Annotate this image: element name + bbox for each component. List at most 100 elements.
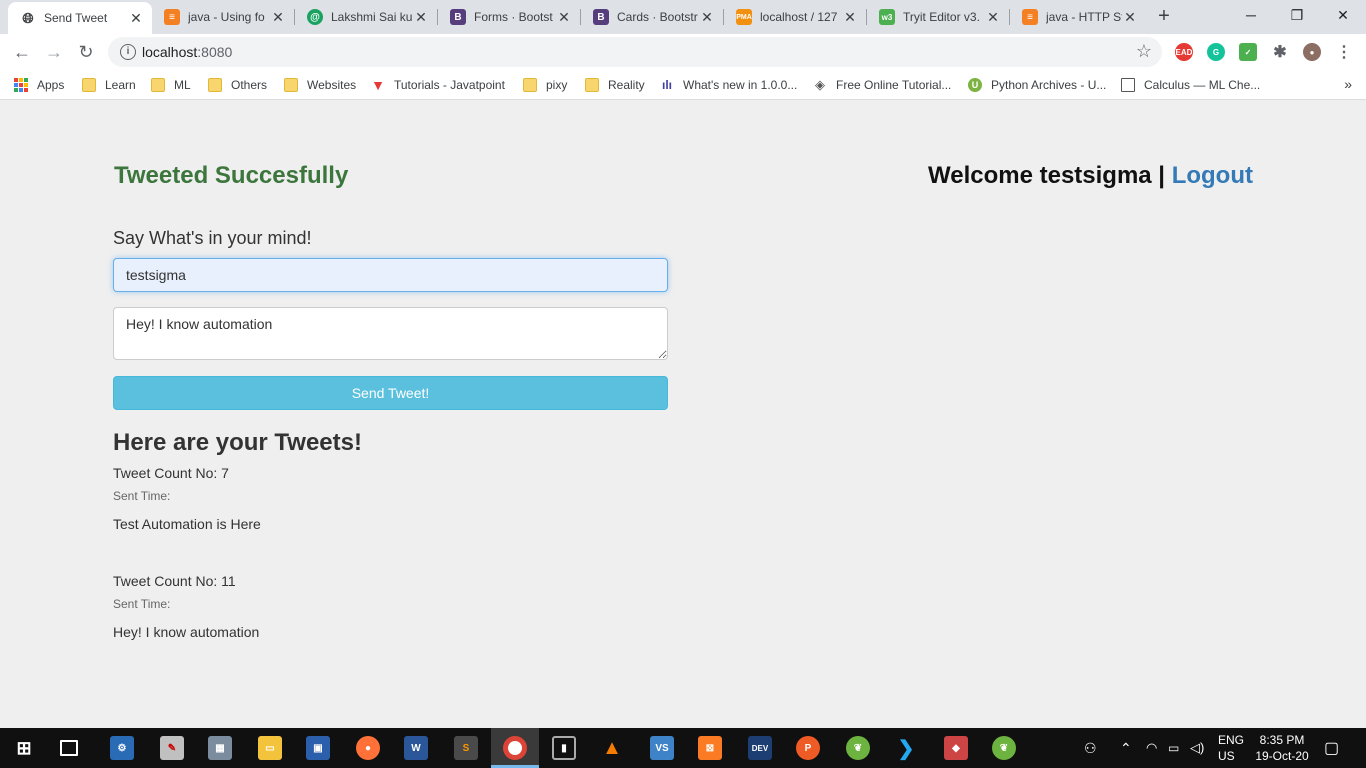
dev-cpp-icon[interactable]: DEV — [748, 736, 772, 760]
tweet-sent-time: Sent Time: — [113, 489, 171, 503]
people-icon[interactable]: ⚇ — [1084, 728, 1097, 768]
close-icon[interactable]: ✕ — [270, 9, 286, 25]
close-icon[interactable]: ✕ — [699, 9, 715, 25]
tab-cards-bootstrap[interactable]: B Cards · Bootstr ✕ — [581, 0, 723, 34]
bookmark-apps[interactable]: Apps — [14, 76, 64, 94]
photos-icon[interactable]: ▦ — [208, 736, 232, 760]
tab-java-http[interactable]: ≡ java - HTTP Sta ✕ — [1010, 0, 1146, 34]
spring-tool-icon[interactable]: ❦ — [992, 736, 1016, 760]
windows-taskbar: ⊞ ⚙ ✎ ▦ ▭ ▣ ● W S ▮ ▲ VS ⊠ DEV P ❦ ❯ ◆ ❦… — [0, 728, 1366, 768]
bookmark-label: Others — [231, 78, 268, 92]
paint-icon[interactable]: ✎ — [160, 736, 184, 760]
browser-toolbar: ← → ↻ i localhost:8080 ☆ EAD G ✓ ✱ ● ⋮ — [0, 34, 1366, 70]
bookmark-others[interactable]: Others — [208, 76, 267, 94]
virtualbox-icon[interactable]: ◆ — [944, 736, 968, 760]
tab-title: Lakshmi Sai ku — [331, 10, 413, 24]
bookmark-star-icon[interactable]: ☆ — [1136, 41, 1152, 62]
network-icon[interactable]: ⚙ — [110, 736, 134, 760]
forward-button[interactable]: → — [40, 38, 68, 66]
tab-title: Send Tweet — [44, 11, 108, 25]
tab-title: Cards · Bootstr — [617, 10, 698, 24]
tweet-prompt: Say What's in your mind! — [113, 228, 312, 248]
new-tab-button[interactable]: + — [1154, 6, 1174, 27]
address-bar[interactable]: i localhost:8080 ☆ — [108, 37, 1162, 67]
bookmark-whats-new[interactable]: ılı What's new in 1.0.0... — [660, 76, 797, 94]
tab-localhost-127[interactable]: PMA localhost / 127 ✕ — [724, 0, 866, 34]
welcome-text: Welcome testsigma | — [928, 162, 1166, 189]
file-explorer-icon[interactable]: ▭ — [258, 736, 282, 760]
spring-icon[interactable]: ❦ — [846, 736, 870, 760]
battery-icon[interactable]: ▭ — [1168, 728, 1179, 768]
close-icon[interactable]: ✕ — [1122, 9, 1138, 25]
apps-icon — [14, 78, 28, 92]
tab-java-using[interactable]: ≡ java - Using fo ✕ — [152, 0, 294, 34]
bookmark-calculus[interactable]: Calculus — ML Che... — [1121, 76, 1260, 94]
close-icon[interactable]: ✕ — [556, 9, 572, 25]
sublime-icon[interactable]: S — [454, 736, 478, 760]
reload-button[interactable]: ↻ — [72, 38, 100, 66]
tab-forms-bootstrap[interactable]: B Forms · Bootst ✕ — [438, 0, 580, 34]
bookmark-websites[interactable]: Websites — [284, 76, 356, 94]
bookmark-label: Learn — [105, 78, 136, 92]
send-tweet-button[interactable]: Send Tweet! — [113, 376, 668, 410]
extensions-puzzle-icon[interactable]: ✱ — [1271, 43, 1289, 61]
bookmark-label: Free Online Tutorial... — [836, 78, 952, 92]
folder-icon — [284, 78, 298, 92]
tab-tryit-editor[interactable]: w3 Tryit Editor v3. ✕ — [867, 0, 1009, 34]
bootstrap-icon: B — [450, 9, 466, 25]
word-icon[interactable]: W — [404, 736, 428, 760]
ead-extension-icon[interactable]: EAD — [1175, 43, 1193, 61]
close-icon[interactable]: ✕ — [842, 9, 858, 25]
notifications-icon[interactable]: ▢ — [1324, 728, 1339, 768]
vscode-icon[interactable]: ❯ — [894, 736, 918, 760]
firefox-icon[interactable]: ● — [356, 736, 380, 760]
volume-icon[interactable]: ◁) — [1190, 728, 1204, 768]
bookmark-reality[interactable]: Reality — [585, 76, 645, 94]
visual-studio-icon[interactable]: VS — [650, 736, 674, 760]
pycharm-icon[interactable]: ▮ — [552, 736, 576, 760]
menu-dots-icon[interactable]: ⋮ — [1335, 43, 1353, 61]
minimize-button[interactable]: ─ — [1228, 0, 1274, 30]
wifi-icon[interactable]: ◠ — [1146, 728, 1157, 768]
bookmark-ml[interactable]: ML — [151, 76, 191, 94]
chrome-icon[interactable] — [503, 736, 527, 760]
tab-send-tweet[interactable]: 🌐︎ Send Tweet ✕ — [8, 2, 152, 34]
bookmark-javatpoint[interactable]: ▼ Tutorials - Javatpoint — [371, 76, 505, 94]
restore-button[interactable]: ❐ — [1274, 0, 1320, 30]
bookmark-pixy[interactable]: pixy — [523, 76, 567, 94]
info-icon[interactable]: i — [120, 44, 136, 60]
device-icon[interactable]: ▣ — [306, 736, 330, 760]
bookmarks-overflow-icon[interactable]: » — [1344, 76, 1352, 92]
back-button[interactable]: ← — [8, 38, 36, 66]
xampp-icon[interactable]: ⊠ — [698, 736, 722, 760]
postman-icon[interactable]: P — [796, 736, 820, 760]
url-text[interactable]: localhost:8080 — [142, 44, 232, 60]
logout-link[interactable]: Logout — [1172, 162, 1253, 189]
bookmark-free-online[interactable]: ◈ Free Online Tutorial... — [813, 76, 951, 94]
tab-title: localhost / 127 — [760, 10, 838, 24]
close-window-button[interactable]: ✕ — [1320, 0, 1366, 30]
tab-lakshmi[interactable]: @ Lakshmi Sai ku ✕ — [295, 0, 437, 34]
close-icon[interactable]: ✕ — [985, 9, 1001, 25]
bookmark-label: Tutorials - Javatpoint — [394, 78, 505, 92]
grammarly-icon[interactable]: G — [1207, 43, 1225, 61]
bookmark-python-archives[interactable]: U Python Archives - U... — [968, 76, 1106, 94]
clock[interactable]: 8:35 PM 19-Oct-20 — [1254, 732, 1310, 764]
task-view-icon[interactable] — [60, 740, 78, 756]
folder-icon — [585, 78, 599, 92]
tab-title: Forms · Bootst — [474, 10, 553, 24]
username-input[interactable] — [113, 258, 668, 292]
close-icon[interactable]: ✕ — [128, 10, 144, 26]
status-message: Tweeted Succesfully — [114, 162, 349, 189]
extension-check-icon[interactable]: ✓ — [1239, 43, 1257, 61]
bookmark-learn[interactable]: Learn — [82, 76, 136, 94]
close-icon[interactable]: ✕ — [413, 9, 429, 25]
vlc-icon[interactable]: ▲ — [600, 736, 624, 760]
tweet-textarea[interactable]: Hey! I know automation — [113, 307, 668, 360]
at-icon: @ — [307, 9, 323, 25]
avatar[interactable]: ● — [1303, 43, 1321, 61]
start-icon[interactable]: ⊞ — [12, 736, 36, 760]
language-indicator[interactable]: ENG US — [1218, 732, 1244, 764]
chevron-up-icon[interactable]: ⌃ — [1120, 728, 1132, 768]
bootstrap-icon: B — [593, 9, 609, 25]
